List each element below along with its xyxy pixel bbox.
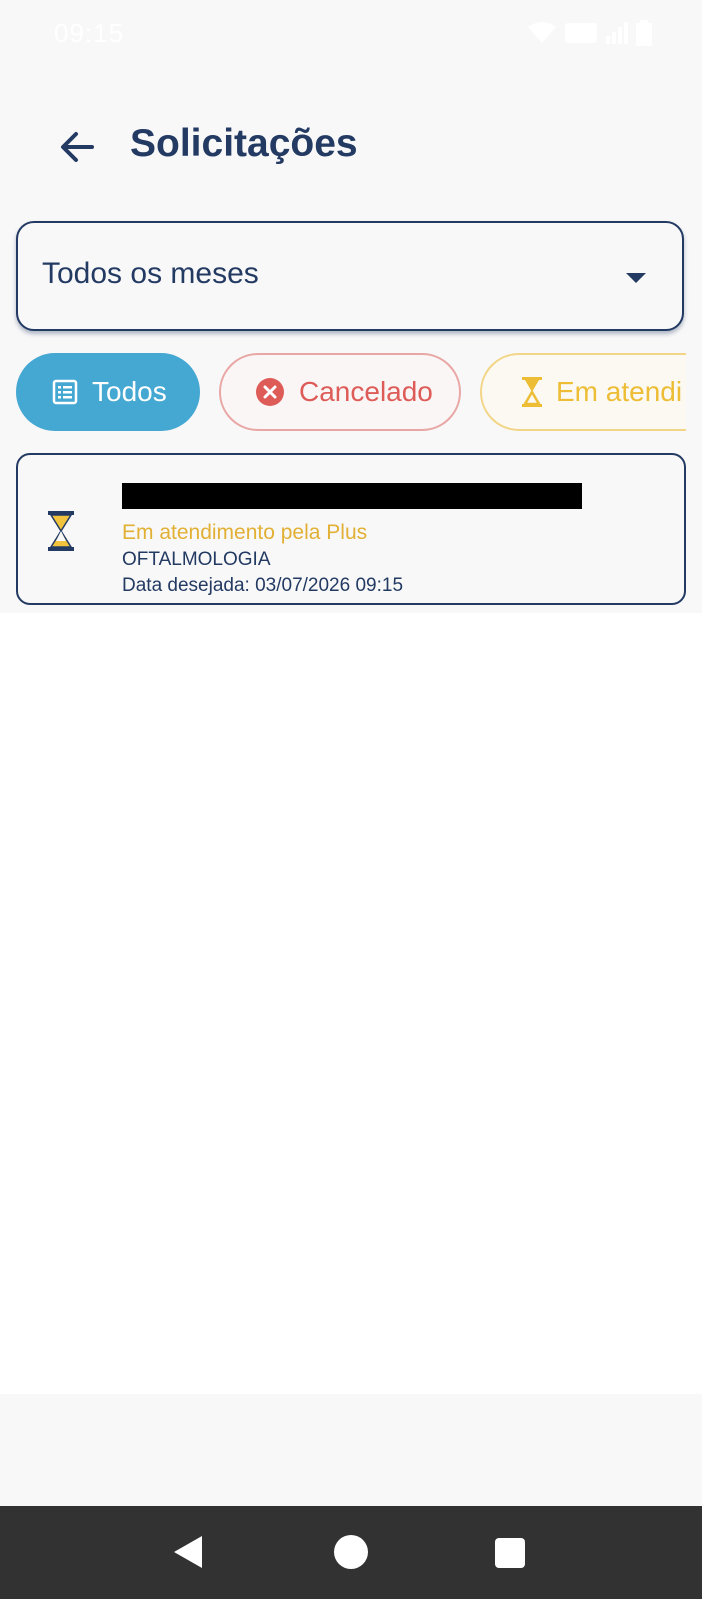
filter-chip-em-atendimento[interactable]: Em atendi	[480, 353, 686, 431]
month-filter-value: Todos os meses	[42, 257, 259, 290]
month-filter-dropdown[interactable]: Todos os meses	[16, 221, 684, 331]
request-specialty: OFTALMOLOGIA	[122, 549, 271, 570]
request-status: Em atendimento pela Plus	[122, 521, 368, 544]
arrow-left-icon	[61, 132, 94, 162]
status-filter-chips: Todos Cancelado Em atendi	[16, 353, 686, 435]
redacted-name	[122, 483, 582, 509]
list-icon	[52, 379, 78, 405]
status-time: 09:15	[54, 18, 125, 48]
nav-back-icon[interactable]	[174, 1536, 202, 1568]
app-header: Solicitações	[0, 104, 702, 184]
status-icons	[528, 20, 652, 46]
nav-recents-icon[interactable]	[495, 1538, 525, 1568]
system-nav-bar	[0, 1506, 702, 1599]
battery-icon	[636, 20, 652, 46]
nav-home-icon[interactable]	[334, 1535, 368, 1569]
status-bar: 09:15	[0, 0, 702, 72]
volte-icon	[565, 23, 597, 43]
filter-chip-todos[interactable]: Todos	[16, 353, 200, 431]
filter-chip-cancelado[interactable]: Cancelado	[219, 353, 461, 431]
filter-chip-label: Em atendi	[556, 376, 683, 407]
signal-icon	[606, 22, 628, 44]
filter-chip-label: Todos	[92, 376, 167, 407]
hourglass-icon	[48, 511, 74, 556]
chevron-down-icon	[626, 273, 646, 283]
request-date: Data desejada: 03/07/2026 09:15	[122, 575, 404, 596]
wifi-icon	[528, 22, 556, 43]
cancel-circle-icon	[255, 377, 285, 407]
back-button[interactable]	[52, 122, 102, 172]
filter-chip-label: Cancelado	[299, 376, 433, 407]
hourglass-icon	[522, 377, 542, 407]
page-title: Solicitações	[130, 122, 358, 165]
request-card[interactable]: Em atendimento pela Plus OFTALMOLOGIA Da…	[16, 453, 686, 605]
bottom-area	[0, 1394, 702, 1506]
